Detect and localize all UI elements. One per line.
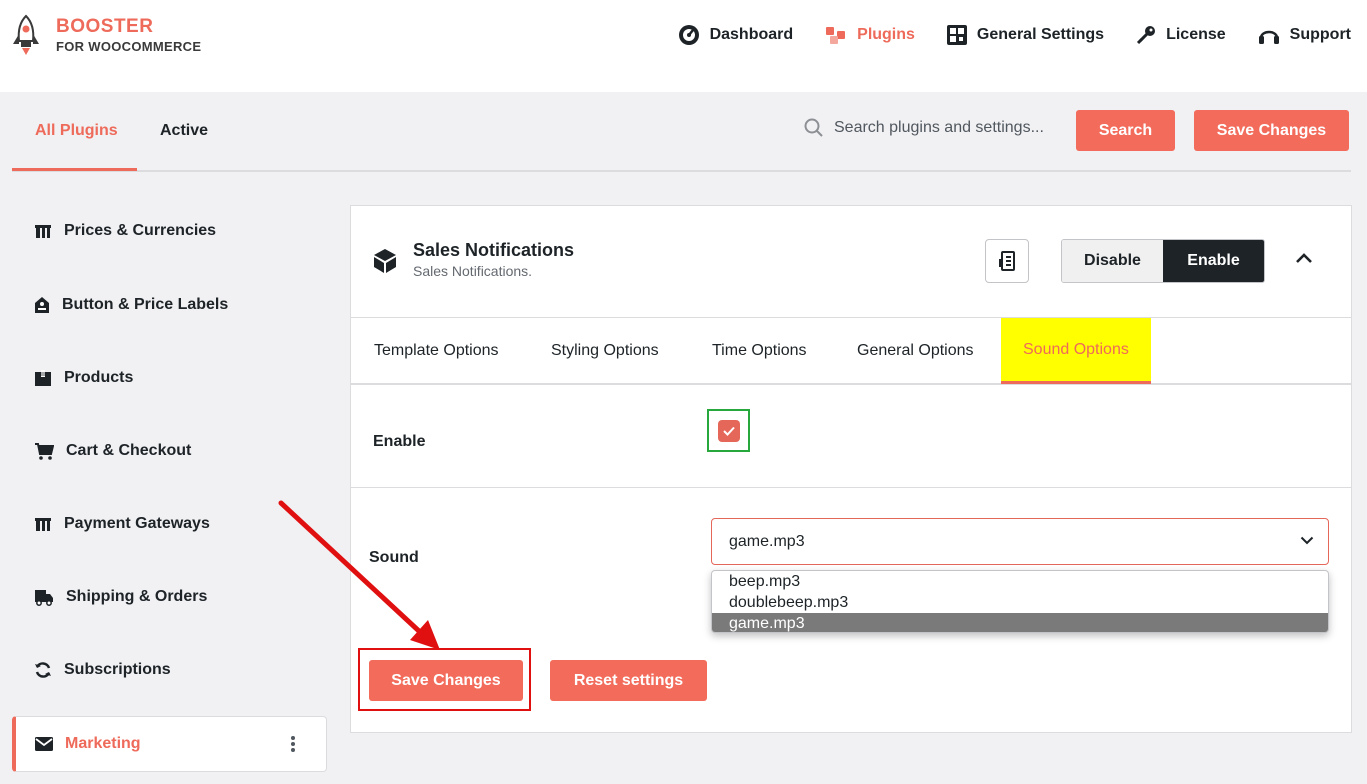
- nav-dashboard[interactable]: Dashboard: [678, 24, 794, 46]
- save-changes-top-button[interactable]: Save Changes: [1194, 110, 1349, 151]
- search-input[interactable]: [834, 119, 1064, 137]
- sidebar-item-cart-checkout[interactable]: Cart & Checkout: [12, 423, 327, 479]
- module-enable-toggle: Disable Enable: [1061, 239, 1265, 283]
- checkbox-checked: [717, 419, 740, 442]
- module-options-tabs: Template Options Styling Options Time Op…: [351, 318, 1351, 385]
- disable-button[interactable]: Disable: [1062, 240, 1163, 282]
- sidebar-item-marketing[interactable]: Marketing: [12, 716, 327, 772]
- documentation-button[interactable]: [985, 239, 1029, 283]
- sidebar-item-prices-currencies[interactable]: Prices & Currencies: [12, 203, 327, 259]
- chevron-down-icon: [1300, 536, 1314, 545]
- rocket-icon: [13, 14, 39, 55]
- sidebar-item-label: Shipping & Orders: [66, 588, 208, 605]
- tab-template-options[interactable]: Template Options: [374, 318, 499, 384]
- enable-checkbox[interactable]: [707, 409, 750, 452]
- reset-settings-button[interactable]: Reset settings: [550, 660, 707, 701]
- nav-license[interactable]: License: [1136, 25, 1226, 45]
- payment-icon: [35, 518, 51, 531]
- tab-time-options[interactable]: Time Options: [712, 318, 807, 384]
- module-subtitle: Sales Notifications.: [413, 263, 533, 279]
- cart-icon: [35, 443, 54, 460]
- save-changes-button[interactable]: Save Changes: [369, 660, 523, 701]
- search-wrapper: [804, 118, 1064, 138]
- sidebar-item-label: Subscriptions: [64, 661, 171, 678]
- sound-dropdown-list: beep.mp3 doublebeep.mp3 game.mp3: [711, 570, 1329, 633]
- module-title: Sales Notifications: [413, 240, 575, 260]
- sidebar-item-payment-gateways[interactable]: Payment Gateways: [12, 496, 327, 552]
- sidebar-item-label: Button & Price Labels: [62, 296, 229, 313]
- tab-styling-options[interactable]: Styling Options: [551, 318, 659, 384]
- document-icon: [999, 251, 1015, 271]
- tab-general-options[interactable]: General Options: [857, 318, 974, 384]
- nav-license-label: License: [1166, 26, 1226, 43]
- tab-all-plugins[interactable]: All Plugins: [35, 122, 118, 140]
- tab-active-plugins[interactable]: Active: [160, 122, 208, 140]
- grid-icon: [946, 25, 967, 45]
- sidebar-item-label: Payment Gateways: [64, 515, 210, 532]
- brand-line-1: BOOSTER: [56, 16, 154, 37]
- nav-support-label: Support: [1289, 26, 1351, 43]
- label-icon: [35, 297, 49, 313]
- cubes-icon: [826, 27, 846, 44]
- sound-setting-label: Sound: [369, 549, 419, 566]
- sidebar-item-button-price-labels[interactable]: Button & Price Labels: [12, 277, 327, 333]
- module-panel: Sales Notifications Sales Notifications.…: [350, 205, 1352, 733]
- truck-icon: [35, 590, 53, 606]
- tab-sound-options[interactable]: Sound Options: [1001, 318, 1151, 384]
- search-button[interactable]: Search: [1076, 110, 1175, 151]
- refresh-icon: [35, 662, 51, 678]
- sound-select[interactable]: game.mp3: [711, 518, 1329, 565]
- sidebar-item-label: Prices & Currencies: [64, 222, 217, 239]
- sidebar-item-label: Cart & Checkout: [66, 442, 192, 459]
- sidebar-item-label: Marketing: [65, 735, 141, 752]
- sidebar-item-subscriptions[interactable]: Subscriptions: [12, 642, 327, 698]
- cube-icon: [374, 249, 396, 273]
- headphones-icon: [1258, 30, 1279, 44]
- enable-button[interactable]: Enable: [1163, 240, 1264, 282]
- envelope-icon: [35, 737, 53, 751]
- top-header: BOOSTER FOR WOOCOMMERCE Dashboard Plugin…: [0, 0, 1367, 92]
- sound-option-doublebeep[interactable]: doublebeep.mp3: [712, 592, 1328, 613]
- kebab-menu-icon[interactable]: [290, 735, 296, 753]
- booster-logo[interactable]: BOOSTER FOR WOOCOMMERCE: [10, 14, 201, 56]
- enable-setting-row: Enable: [351, 387, 1351, 488]
- enable-setting-label: Enable: [373, 433, 426, 450]
- box-icon: [35, 370, 51, 386]
- nav-dashboard-label: Dashboard: [709, 26, 794, 43]
- nav-support[interactable]: Support: [1258, 25, 1351, 45]
- sidebar-item-label: Products: [64, 369, 134, 386]
- chevron-up-icon[interactable]: [1295, 252, 1313, 264]
- sound-option-beep[interactable]: beep.mp3: [712, 571, 1328, 592]
- search-icon: [804, 118, 823, 137]
- checkmark-icon: [722, 426, 735, 436]
- sidebar-item-shipping-orders[interactable]: Shipping & Orders: [12, 569, 327, 625]
- speedometer-icon: [678, 25, 699, 45]
- sound-select-value: game.mp3: [729, 532, 805, 550]
- nav-plugins[interactable]: Plugins: [825, 24, 915, 46]
- module-header: Sales Notifications Sales Notifications.…: [351, 206, 1351, 318]
- key-icon: [1137, 26, 1156, 45]
- price-tag-icon: [35, 225, 51, 238]
- brand-line-2: FOR WOOCOMMERCE: [56, 39, 202, 54]
- sound-option-game[interactable]: game.mp3: [712, 613, 1328, 632]
- active-tab-underline: [12, 168, 137, 171]
- sidebar-item-products[interactable]: Products: [12, 350, 327, 406]
- main-nav: Dashboard Plugins General Settings Licen…: [646, 24, 1351, 46]
- plugin-filter-bar: All Plugins Active Search Save Changes: [12, 92, 1351, 172]
- nav-plugins-label: Plugins: [857, 26, 915, 43]
- nav-general-settings[interactable]: General Settings: [946, 25, 1105, 45]
- nav-general-settings-label: General Settings: [976, 26, 1105, 43]
